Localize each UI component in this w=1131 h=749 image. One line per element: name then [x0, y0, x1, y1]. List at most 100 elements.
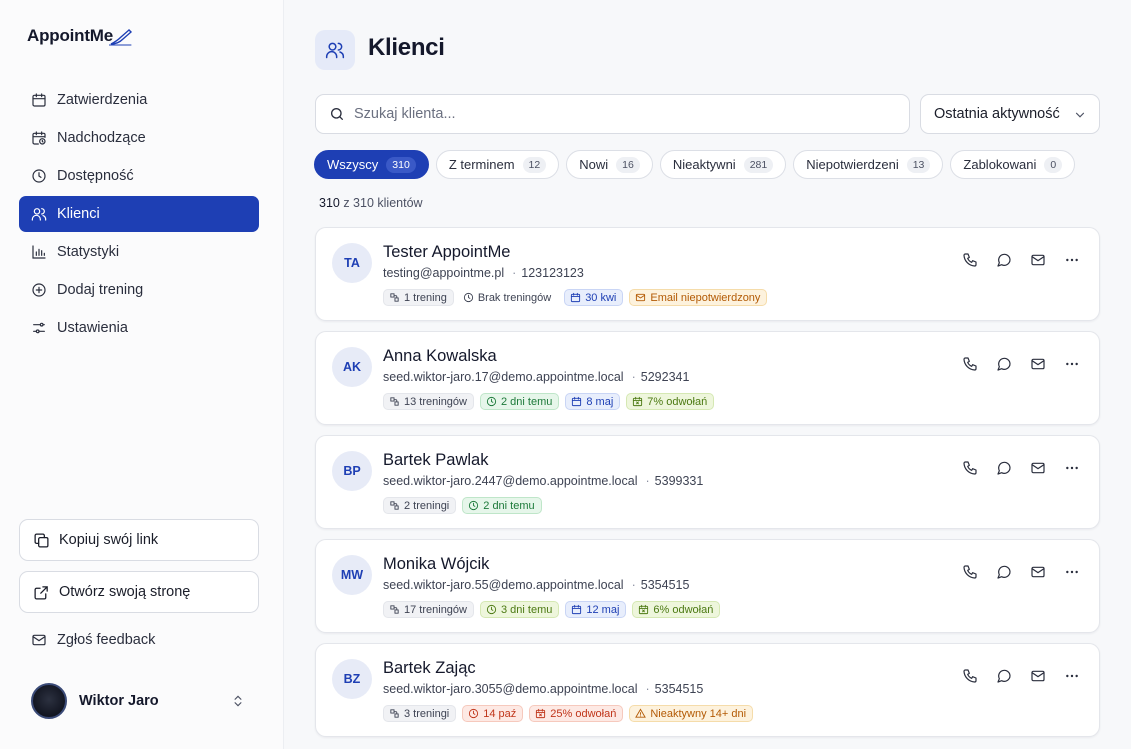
client-card[interactable]: AK Anna Kowalska seed.wiktor-jaro.17@demo.…: [315, 331, 1100, 425]
sidebar-item-label: Ustawienia: [57, 320, 128, 336]
user-menu[interactable]: Wiktor Jaro: [31, 683, 251, 719]
more-button[interactable]: [1055, 458, 1078, 478]
separator-dot: ·: [512, 266, 517, 280]
tab-zablokowani[interactable]: Zablokowani 0: [950, 150, 1076, 179]
client-tag: 3 treningi: [383, 705, 457, 722]
client-tag: 7% odwołań: [626, 393, 715, 410]
tab-nieaktywni[interactable]: Nieaktywni 281: [659, 150, 787, 179]
client-actions: [939, 458, 1078, 478]
open-page-button[interactable]: Otwórz swoją stronę: [19, 571, 259, 613]
phone-button[interactable]: [953, 250, 977, 270]
tab-count: 13: [906, 156, 931, 173]
mail-button[interactable]: [1021, 562, 1045, 582]
tab-wszyscy[interactable]: Wszyscy 310: [314, 150, 429, 179]
client-email: seed.wiktor-jaro.2447@demo.appointme.loc…: [383, 474, 638, 488]
copy-link-button[interactable]: Kopiuj swój link: [19, 519, 259, 561]
more-icon: [1064, 666, 1080, 686]
users-icon: [31, 206, 47, 222]
client-name[interactable]: Monika Wójcik: [383, 555, 489, 574]
chat-button[interactable]: [987, 666, 1011, 686]
mail-button[interactable]: [1021, 354, 1045, 374]
trainings-icon: [389, 500, 400, 511]
client-phone: 123123123: [521, 266, 584, 280]
sidebar-item-klienci[interactable]: Klienci: [19, 196, 259, 232]
more-icon: [1064, 250, 1080, 270]
chat-icon: [996, 354, 1012, 374]
client-name[interactable]: Bartek Zając: [383, 659, 476, 678]
tab-nowi[interactable]: Nowi 16: [566, 150, 653, 179]
chat-button[interactable]: [987, 458, 1011, 478]
client-tag-text: 12 maj: [586, 603, 620, 616]
tab-niepotwierdzeni[interactable]: Niepotwierdzeni 13: [793, 150, 944, 179]
client-card[interactable]: BP Bartek Pawlak seed.wiktor-jaro.2447@dem…: [315, 435, 1100, 529]
client-list: TA Tester AppointMe testing@appointme.pl · 1…: [315, 227, 1100, 747]
chat-button[interactable]: [987, 354, 1011, 374]
sidebar-item-label: Statystyki: [57, 244, 120, 260]
client-card[interactable]: MW Monika Wójcik seed.wiktor-jaro.55@demo.…: [315, 539, 1100, 633]
calendar-icon: [570, 292, 581, 303]
calendar-icon: [31, 92, 47, 108]
tab-z-terminem[interactable]: Z terminem 12: [435, 150, 560, 179]
more-icon: [1064, 458, 1080, 478]
client-tag: 8 maj: [565, 393, 621, 410]
search-box[interactable]: [315, 94, 910, 134]
client-tag: 17 treningów: [383, 601, 474, 618]
mail-button[interactable]: [1021, 250, 1045, 270]
page-users-icon-box: [315, 30, 355, 70]
results-count-rest: z 310 klientów: [339, 196, 423, 210]
client-name[interactable]: Bartek Pawlak: [383, 451, 488, 470]
client-tags: 17 treningów 3 dni temu 12 maj 6% odwołań: [383, 601, 726, 618]
mail-button[interactable]: [1021, 458, 1045, 478]
more-button[interactable]: [1055, 250, 1078, 270]
more-button[interactable]: [1055, 354, 1078, 374]
chat-icon: [996, 458, 1012, 478]
feedback-link[interactable]: Zgłoś feedback: [31, 632, 155, 648]
client-tag-text: 25% odwołań: [550, 707, 617, 720]
more-icon: [1064, 562, 1080, 582]
mail-icon: [1030, 458, 1046, 478]
open-page-label: Otwórz swoją stronę: [59, 584, 191, 600]
client-tag: 2 dni temu: [480, 393, 560, 410]
tab-label: Z terminem: [448, 157, 515, 172]
calendar-clock-icon: [31, 130, 47, 146]
sort-select[interactable]: Ostatnia aktywność: [920, 94, 1100, 134]
client-card[interactable]: BZ Bartek Zając seed.wiktor-jaro.3055@demo…: [315, 643, 1100, 737]
app-logo[interactable]: AppointMe: [27, 26, 133, 46]
client-contact: seed.wiktor-jaro.55@demo.appointme.local…: [383, 578, 689, 592]
sidebar-item-label: Dostępność: [57, 168, 134, 184]
calendar-icon: [571, 604, 582, 615]
client-tag: 1 trening: [383, 289, 454, 306]
external-link-icon: [33, 584, 50, 601]
client-name[interactable]: Anna Kowalska: [383, 347, 497, 366]
sidebar-item-dodaj-trening[interactable]: Dodaj trening: [19, 272, 259, 308]
client-email: testing@appointme.pl: [383, 266, 505, 280]
plus-circle-icon: [31, 282, 47, 298]
search-input[interactable]: [354, 106, 874, 122]
sidebar-item-label: Klienci: [57, 206, 100, 222]
client-tag: Email niepotwierdzony: [629, 289, 768, 306]
phone-button[interactable]: [953, 562, 977, 582]
sidebar-item-ustawienia[interactable]: Ustawienia: [19, 310, 259, 346]
sidebar-item-nadchodzace[interactable]: Nadchodzące: [19, 120, 259, 156]
client-tag: 3 dni temu: [480, 601, 560, 618]
chat-button[interactable]: [987, 562, 1011, 582]
chat-button[interactable]: [987, 250, 1011, 270]
more-button[interactable]: [1055, 666, 1078, 686]
phone-button[interactable]: [953, 354, 977, 374]
client-tag-text: 30 kwi: [585, 291, 617, 304]
phone-button[interactable]: [953, 666, 977, 686]
client-name[interactable]: Tester AppointMe: [383, 243, 511, 262]
sidebar-item-dostepnosc[interactable]: Dostępność: [19, 158, 259, 194]
copy-icon: [33, 532, 50, 549]
sidebar-item-statystyki[interactable]: Statystyki: [19, 234, 259, 270]
sidebar-item-zatwierdzenia[interactable]: Zatwierdzenia: [19, 82, 259, 118]
client-contact: seed.wiktor-jaro.3055@demo.appointme.loc…: [383, 682, 703, 696]
more-button[interactable]: [1055, 562, 1078, 582]
client-card[interactable]: TA Tester AppointMe testing@appointme.pl · 1…: [315, 227, 1100, 321]
mail-button[interactable]: [1021, 666, 1045, 686]
clock-icon: [486, 396, 497, 407]
page-title: Klienci: [368, 34, 445, 61]
client-tag: 2 treningi: [383, 497, 457, 514]
separator-dot: ·: [645, 474, 650, 488]
phone-button[interactable]: [953, 458, 977, 478]
